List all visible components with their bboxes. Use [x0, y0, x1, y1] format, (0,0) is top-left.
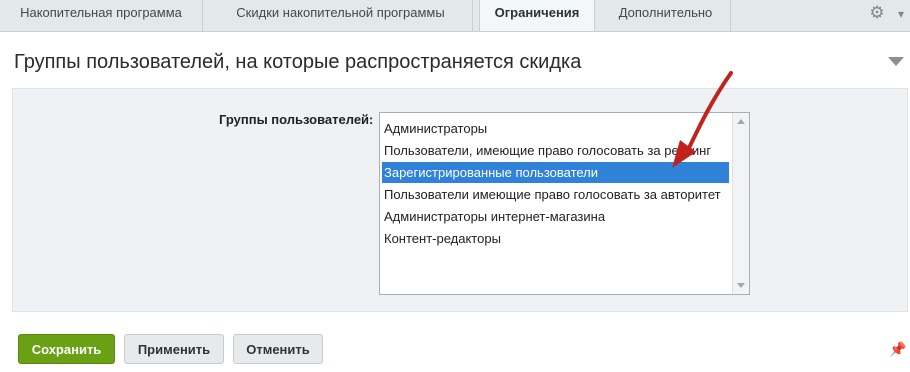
- section-title: Группы пользователей, на которые распрос…: [14, 51, 582, 73]
- tab-bar: Накопительная программа Скидки накопител…: [0, 0, 910, 32]
- list-item[interactable]: Пользователи, имеющие право голосовать з…: [384, 140, 711, 161]
- tab-restrictions[interactable]: Ограничения: [479, 0, 595, 31]
- save-button[interactable]: Сохранить: [18, 334, 115, 364]
- list-item[interactable]: Пользователи имеющие право голосовать за…: [384, 184, 721, 205]
- list-item-selected[interactable]: Зарегистрированные пользователи: [382, 162, 729, 183]
- scroll-up-icon[interactable]: [737, 119, 745, 124]
- list-item[interactable]: Администраторы: [384, 118, 487, 139]
- user-groups-listbox[interactable]: Администраторы Пользователи, имеющие пра…: [379, 112, 750, 295]
- section-header: Группы пользователей, на которые распрос…: [0, 40, 910, 86]
- triangle-down-icon[interactable]: [888, 57, 904, 66]
- pin-icon[interactable]: 📌: [889, 341, 906, 357]
- cancel-button[interactable]: Отменить: [233, 334, 323, 364]
- list-item[interactable]: Контент-редакторы: [384, 228, 501, 249]
- gear-icon[interactable]: ⚙: [869, 4, 885, 21]
- listbox-scrollbar[interactable]: [732, 113, 749, 294]
- list-item[interactable]: Администраторы интернет-магазина: [384, 206, 605, 227]
- scroll-down-icon[interactable]: [737, 283, 745, 288]
- tab-program-discounts[interactable]: Скидки накопительной программы: [209, 0, 473, 31]
- chevron-down-icon[interactable]: ▾: [894, 7, 908, 21]
- tab-accumulative-program[interactable]: Накопительная программа: [0, 0, 203, 31]
- tab-additional[interactable]: Дополнительно: [601, 0, 731, 31]
- apply-button[interactable]: Применить: [124, 334, 224, 364]
- user-groups-label: Группы пользователей:: [219, 112, 374, 127]
